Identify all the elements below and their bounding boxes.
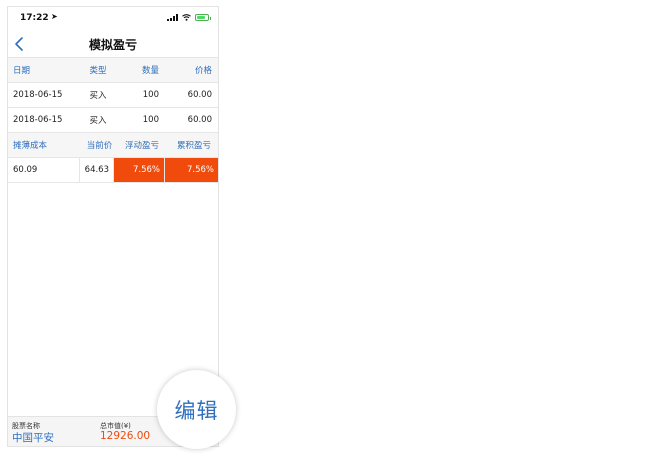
trade-quantity: 100 <box>142 90 159 100</box>
cumulative-pnl-value: 7.56% <box>165 158 218 182</box>
edit-button-label: 编辑 <box>174 398 219 423</box>
nav-bar: 模拟盈亏 <box>8 31 218 58</box>
header-type: 类型 <box>89 66 107 76</box>
trade-type: 买入 <box>89 91 107 101</box>
battery-icon <box>195 14 211 21</box>
header-current-price: 当前价 <box>86 141 113 151</box>
battery-level <box>197 16 205 19</box>
trade-quantity: 100 <box>142 115 159 125</box>
diluted-cost-value: 60.09 <box>8 158 80 182</box>
header-floating-pnl: 浮动盈亏 <box>124 141 159 151</box>
wifi-icon <box>182 14 191 21</box>
trade-price: 60.00 <box>187 90 212 100</box>
page-title: 模拟盈亏 <box>88 38 137 52</box>
status-time: 17:22 <box>20 13 49 23</box>
trade-date: 2018-06-15 <box>13 115 63 125</box>
trade-date: 2018-06-15 <box>13 90 63 100</box>
header-diluted-cost: 摊薄成本 <box>13 141 48 151</box>
status-bar: 17:22 ➤ <box>8 7 218 31</box>
location-arrow-icon: ➤ <box>51 12 58 21</box>
signal-icon <box>167 14 178 21</box>
summary-row: 60.09 64.63 7.56% 7.56% <box>8 158 218 183</box>
header-quantity: 数量 <box>141 66 159 76</box>
trade-price: 60.00 <box>187 115 212 125</box>
status-icons <box>167 14 211 21</box>
header-cumulative-pnl: 累积盈亏 <box>176 141 211 151</box>
table-row[interactable]: 2018-06-15 买入 100 60.00 <box>8 83 218 108</box>
trades-table-header: 日期 类型 数量 价格 <box>8 58 218 83</box>
edit-button[interactable]: 编辑 <box>157 370 236 449</box>
table-row[interactable]: 2018-06-15 买入 100 60.00 <box>8 108 218 133</box>
current-price-value: 64.63 <box>80 158 114 182</box>
trade-type: 买入 <box>89 116 107 126</box>
floating-pnl-value: 7.56% <box>114 158 165 182</box>
market-value-value: 12926.00 <box>100 430 151 442</box>
stock-name-value: 中国平安 <box>12 432 54 444</box>
summary-table-header: 摊薄成本 当前价 浮动盈亏 累积盈亏 <box>8 133 218 158</box>
header-price: 价格 <box>194 66 212 76</box>
header-date: 日期 <box>13 66 31 76</box>
